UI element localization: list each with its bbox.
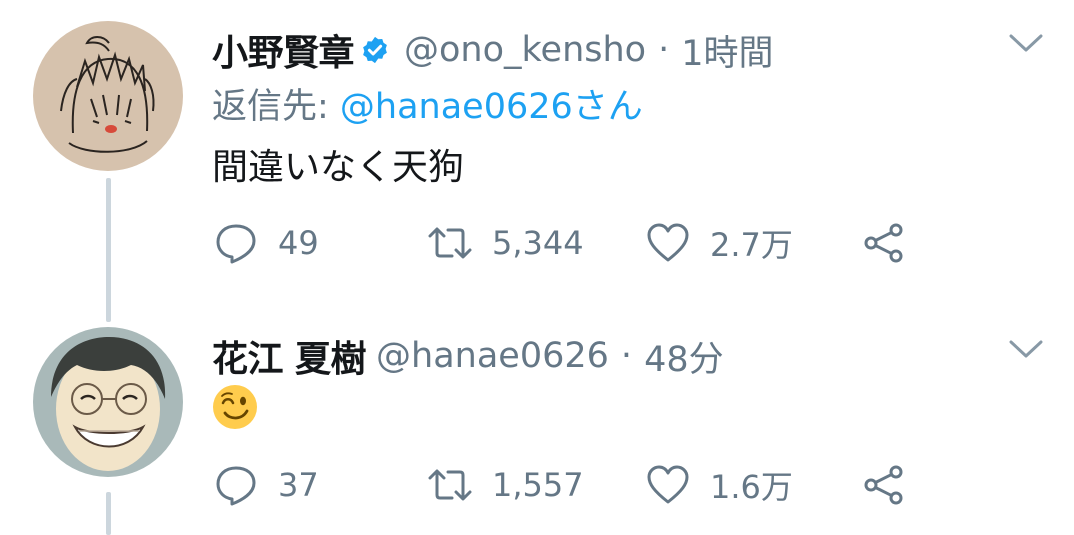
reply-button[interactable]: 37 [214,460,319,510]
verified-badge-icon [363,36,387,64]
avatar[interactable] [33,327,183,477]
like-button[interactable]: 1.6万 [646,460,793,510]
thread-line [106,492,111,535]
heart-icon [647,465,689,504]
separator: · [620,336,633,376]
chevron-down-icon[interactable] [1008,32,1044,54]
thread-line [106,178,111,322]
avatar[interactable] [33,21,183,171]
separator: · [658,30,670,70]
display-name[interactable]: 花江 夏樹 [212,330,367,382]
tweet-text: 間違いなく天狗 [212,147,465,188]
handle[interactable]: @ono_kensho [404,30,646,70]
reply-count: 37 [278,466,319,504]
tweet-header: 小野賢章 @ono_kensho · 1時間 [212,24,774,76]
winking-face-emoji-icon [213,385,257,429]
timestamp[interactable]: 1時間 [681,25,773,76]
share-button[interactable] [862,218,906,268]
retweet-button[interactable]: 1,557 [428,460,584,510]
like-button[interactable]: 2.7万 [646,218,793,268]
handle[interactable]: @hanae0626 [376,336,609,376]
reply-mention-link[interactable]: @hanae0626さん [340,87,643,127]
reply-button[interactable]: 49 [214,218,319,268]
like-count: 1.6万 [710,468,793,506]
retweet-icon [428,469,472,501]
reply-prefix: 返信先: [212,87,340,127]
share-button[interactable] [862,460,906,510]
retweet-count: 5,344 [492,224,584,262]
heart-icon [647,223,689,262]
display-name[interactable]: 小野賢章 [212,24,355,76]
share-icon [864,223,903,263]
reply-icon [216,466,256,506]
share-icon [864,465,903,505]
reply-icon [216,224,256,264]
reply-context: 返信先: @hanae0626さん [212,78,643,129]
chevron-down-icon[interactable] [1008,338,1044,360]
tweet-header: 花江 夏樹 @hanae0626 · 48分 [212,330,724,382]
retweet-button[interactable]: 5,344 [428,218,584,268]
retweet-count: 1,557 [492,466,584,504]
reply-count: 49 [278,224,319,262]
timestamp[interactable]: 48分 [644,331,724,382]
like-count: 2.7万 [710,226,793,264]
retweet-icon [428,227,472,259]
